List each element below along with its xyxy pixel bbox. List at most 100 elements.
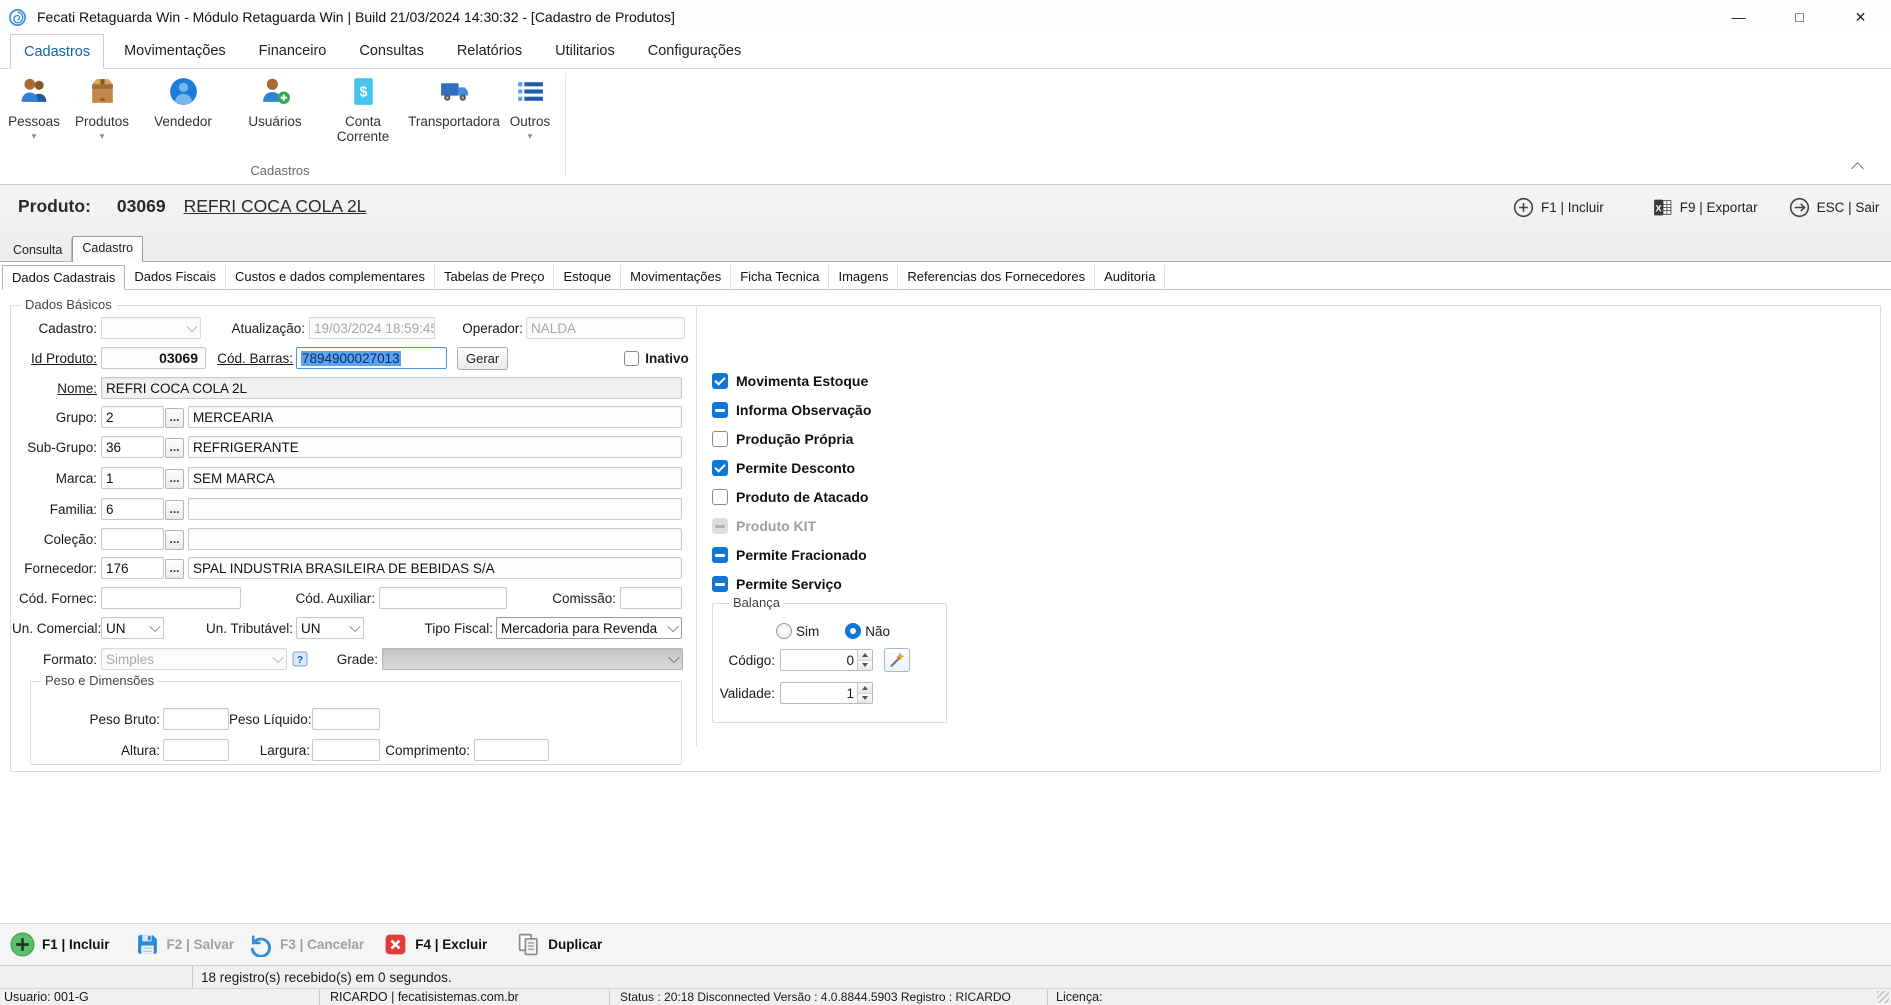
formato-select[interactable]: Simples <box>101 648 287 670</box>
colecao-desc-field[interactable] <box>188 528 682 550</box>
ribbon-item-produtos[interactable]: Produtos▾ <box>72 75 132 141</box>
gerar-codigo-balanca-button[interactable] <box>884 648 910 672</box>
colecao-browse-button[interactable]: ... <box>165 530 184 550</box>
subtab-custos-e-dados-complementares[interactable]: Custos e dados complementares <box>226 265 435 290</box>
comissao-field[interactable] <box>620 587 682 609</box>
fornecedor-code-field[interactable]: 176 <box>101 557 164 579</box>
nome-field[interactable]: REFRI COCA COLA 2L <box>101 377 682 399</box>
marca-browse-button[interactable]: ... <box>165 469 184 489</box>
menu-item-utilitarios[interactable]: Utilitarios <box>542 34 628 68</box>
un-comercial-select[interactable]: UN <box>101 617 164 639</box>
un-tributavel-select[interactable]: UN <box>296 617 364 639</box>
ribbon-item-conta-corrente[interactable]: $Conta Corrente▾ <box>333 75 393 156</box>
flag-movimenta-estoque[interactable]: Movimenta Estoque <box>712 367 868 395</box>
spin-down-button[interactable] <box>858 661 872 671</box>
cod-barras-field[interactable]: 7894900027013 <box>296 347 447 369</box>
subtab-referencias-dos-fornecedores[interactable]: Referencias dos Fornecedores <box>898 265 1095 290</box>
menu-item-financeiro[interactable]: Financeiro <box>246 34 340 68</box>
fornecedor-desc-field[interactable]: SPAL INDUSTRIA BRASILEIRA DE BEBIDAS S/A <box>188 557 682 579</box>
tipo-fiscal-select[interactable]: Mercadoria para Revenda <box>496 617 682 639</box>
flag-informa-observacao[interactable]: Informa Observação <box>712 396 871 424</box>
subtab-movimentacoes[interactable]: Movimentações <box>621 265 731 290</box>
altura-field[interactable] <box>163 739 229 761</box>
help-icon[interactable]: ? <box>292 651 308 667</box>
minimize-button[interactable]: — <box>1708 0 1769 34</box>
subtab-dados-cadastrais[interactable]: Dados Cadastrais <box>2 265 125 290</box>
tab-cadastro[interactable]: Cadastro <box>72 236 143 262</box>
flag-produto-kit[interactable]: Produto KIT <box>712 512 816 540</box>
familia-browse-button[interactable]: ... <box>165 500 184 520</box>
atualizacao-select[interactable]: 19/03/2024 18:59:45 <box>309 317 435 339</box>
header-action-f9-exportar[interactable]: XF9 | Exportar <box>1652 197 1758 218</box>
cadastro-select[interactable] <box>101 317 201 339</box>
familia-desc-field[interactable] <box>188 498 682 520</box>
radio-sim[interactable] <box>776 623 792 639</box>
subtab-dados-fiscais[interactable]: Dados Fiscais <box>125 265 226 290</box>
menu-item-configuracoes[interactable]: Configurações <box>635 34 755 68</box>
peso-bruto-field[interactable] <box>163 708 229 730</box>
largura-field[interactable] <box>312 739 380 761</box>
gerar-button[interactable]: Gerar <box>457 347 508 370</box>
subtab-imagens[interactable]: Imagens <box>829 265 898 290</box>
codigo-stepper[interactable]: 0 <box>780 649 873 671</box>
peso-liquido-field[interactable] <box>312 708 380 730</box>
ribbon-item-transportadora[interactable]: Transportadora▾ <box>404 75 504 141</box>
toolbar-f3-cancelar[interactable]: F3 | Cancelar <box>248 932 364 957</box>
subtab-ficha-tecnica[interactable]: Ficha Tecnica <box>731 265 829 290</box>
menu-item-relatorios[interactable]: Relatórios <box>444 34 535 68</box>
flag-permite-desconto[interactable]: Permite Desconto <box>712 454 855 482</box>
toolbar-f1-incluir[interactable]: F1 | Incluir <box>10 932 110 957</box>
toolbar-duplicar[interactable]: Duplicar <box>516 932 602 957</box>
product-name-link[interactable]: REFRI COCA COLA 2L <box>184 196 367 217</box>
inativo-checkbox[interactable]: Inativo <box>624 351 689 366</box>
ribbon-item-usuarios[interactable]: Usuários▾ <box>244 75 306 141</box>
flag-permite-fracionado[interactable]: Permite Fracionado <box>712 541 867 569</box>
menu-item-cadastros[interactable]: Cadastros <box>10 34 104 69</box>
fornecedor-browse-button[interactable]: ... <box>165 559 184 579</box>
ribbon-item-pessoas[interactable]: Pessoas▾ <box>6 75 62 141</box>
toolbar-f4-excluir[interactable]: F4 | Excluir <box>383 932 487 957</box>
familia-code-field[interactable]: 6 <box>101 498 164 520</box>
grupo-code-field[interactable]: 2 <box>101 406 164 428</box>
menu-item-consultas[interactable]: Consultas <box>346 34 436 68</box>
grade-select[interactable] <box>382 648 683 670</box>
spin-down-button[interactable] <box>858 694 872 704</box>
header-action-esc-sair[interactable]: ESC | Sair <box>1789 197 1880 218</box>
flag-produto-de-atacado[interactable]: Produto de Atacado <box>712 483 869 511</box>
cod-auxiliar-field[interactable] <box>379 587 507 609</box>
ribbon-item-vendedor[interactable]: Vendedor▾ <box>148 75 218 141</box>
radio-nao[interactable] <box>845 623 861 639</box>
toolbar-label: F3 | Cancelar <box>280 937 364 952</box>
resize-grip[interactable] <box>1877 991 1889 1003</box>
ribbon-item-outros[interactable]: Outros▾ <box>506 75 554 141</box>
spin-up-button[interactable] <box>858 683 872 694</box>
menu-item-movimentacoes[interactable]: Movimentações <box>111 34 239 68</box>
close-button[interactable]: ✕ <box>1830 0 1891 34</box>
marca-desc-field[interactable]: SEM MARCA <box>188 467 682 489</box>
cod-fornec-field[interactable] <box>101 587 241 609</box>
header-action-f1-incluir[interactable]: F1 | Incluir <box>1513 197 1604 218</box>
grupo-desc-field[interactable]: MERCEARIA <box>188 406 682 428</box>
subtab-auditoria[interactable]: Auditoria <box>1095 265 1165 290</box>
chevron-down-icon: ▾ <box>6 131 62 141</box>
sub-grupo-browse-button[interactable]: ... <box>165 438 184 458</box>
sub-grupo-code-field[interactable]: 36 <box>101 436 164 458</box>
comprimento-field[interactable] <box>474 739 549 761</box>
spin-up-button[interactable] <box>858 650 872 661</box>
flag-permite-servico[interactable]: Permite Serviço <box>712 570 842 598</box>
subtab-estoque[interactable]: Estoque <box>554 265 621 290</box>
maximize-button[interactable]: □ <box>1769 0 1830 34</box>
operador-field[interactable]: NALDA <box>526 317 685 339</box>
sub-grupo-desc-field[interactable]: REFRIGERANTE <box>188 436 682 458</box>
toolbar-f2-salvar[interactable]: F2 | Salvar <box>135 932 235 957</box>
id-produto-field[interactable]: 03069 <box>101 347 206 369</box>
grupo-browse-button[interactable]: ... <box>165 408 184 428</box>
tab-consulta[interactable]: Consulta <box>3 238 72 262</box>
validade-stepper[interactable]: 1 <box>780 682 873 704</box>
marca-code-field[interactable]: 1 <box>101 467 164 489</box>
ribbon-collapse-button[interactable] <box>1853 164 1863 174</box>
subtab-tabelas-de-preco[interactable]: Tabelas de Preço <box>435 265 554 290</box>
flag-producao-propria[interactable]: Produção Própria <box>712 425 853 453</box>
delete-icon <box>383 932 408 957</box>
colecao-code-field[interactable] <box>101 528 164 550</box>
